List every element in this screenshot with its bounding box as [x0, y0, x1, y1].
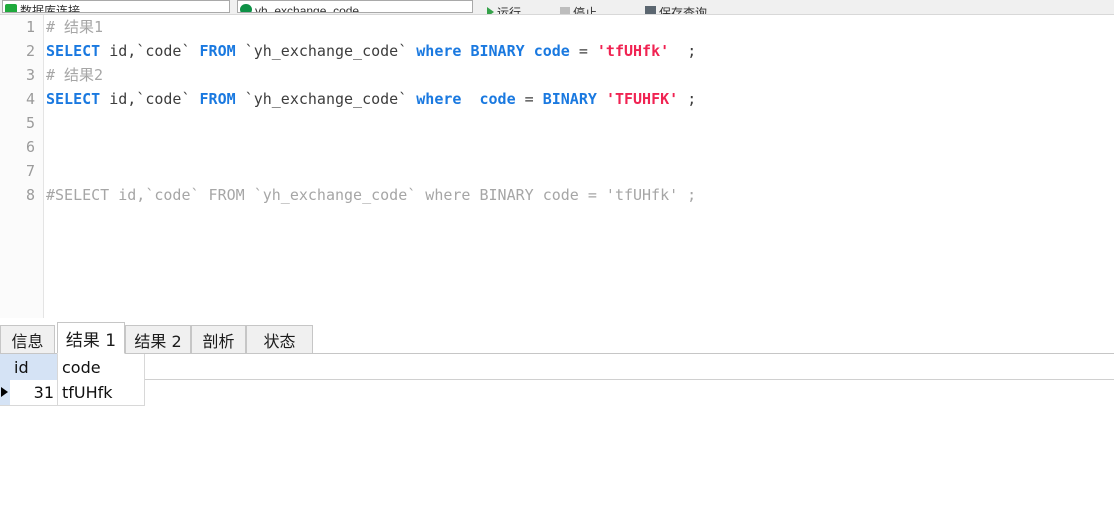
play-icon [487, 7, 494, 14]
main-toolbar: 数据库连接 yh_exchange_code 运行 停止 保存查询 [0, 0, 1114, 15]
tab-label: 状态 [263, 331, 296, 351]
save-button[interactable]: 保存查询 [645, 0, 707, 14]
grid-header-row: id code [0, 354, 1114, 380]
run-button[interactable]: 运行 [487, 0, 521, 14]
line-number: 6 [25, 138, 35, 156]
code-token-id: id,`code` [100, 90, 200, 108]
cell-id[interactable]: 31 [10, 380, 58, 406]
code-token-id: `yh_exchange_code` [235, 42, 417, 60]
database-icon [5, 4, 17, 12]
tab-2-active[interactable]: 结果 1 [57, 322, 125, 354]
code-token-cmt: # 结果2 [46, 66, 104, 84]
line-number: 2 [25, 42, 35, 60]
code-token-id: id,`code` [100, 42, 200, 60]
database-combo[interactable]: 数据库连接 [2, 0, 230, 13]
row-marker [0, 380, 10, 406]
tab-1[interactable]: 信息 [0, 325, 55, 354]
code-token-op: = [515, 90, 543, 108]
code-token-kw: SELECT [46, 42, 101, 60]
table-combo[interactable]: yh_exchange_code [237, 0, 473, 13]
code-token-kw: BINARY [470, 42, 525, 60]
cell-code[interactable]: tfUHfk [58, 380, 145, 406]
column-header-id[interactable]: id [10, 354, 58, 380]
code-token-str: 'tfUHfk' [596, 42, 670, 60]
code-token-kw: where [416, 90, 462, 108]
code-token-kw: code [479, 90, 516, 108]
tab-label: 结果 1 [65, 330, 117, 351]
line-number: 5 [25, 114, 35, 132]
code-token-kw: FROM [199, 90, 236, 108]
code-token-id [525, 42, 534, 60]
stop-icon [560, 7, 570, 14]
result-pane: 信息 结果 1 结果 2 剖析 状态 id code 31 tfUHfk [0, 318, 1114, 520]
code-line[interactable]: SELECT id,`code` FROM `yh_exchange_code`… [46, 39, 1114, 63]
code-token-op: ; [669, 42, 697, 60]
code-token-cmt: #SELECT id,`code` FROM `yh_exchange_code… [46, 186, 697, 204]
code-line[interactable]: # 结果2 [46, 63, 1114, 87]
save-icon [645, 6, 656, 14]
line-number: 8 [25, 186, 35, 204]
code-token-cmt: # 结果1 [46, 18, 104, 36]
tab-3[interactable]: 结果 2 [125, 325, 191, 354]
code-token-kw: FROM [199, 42, 236, 60]
stop-button[interactable]: 停止 [560, 0, 597, 14]
line-number: 7 [25, 162, 35, 180]
code-area[interactable]: # 结果1 SELECT id,`code` FROM `yh_exchange_… [46, 15, 1114, 318]
tab-label: 结果 2 [134, 331, 182, 351]
code-token-id: `yh_exchange_code` [235, 90, 417, 108]
code-token-op: ; [678, 90, 697, 108]
database-combo-value: 数据库连接 [20, 4, 81, 13]
code-token-op: = [569, 42, 597, 60]
result-grid[interactable]: id code 31 tfUHfk [0, 354, 1114, 520]
table-icon [240, 4, 252, 12]
tab-label: 剖析 [202, 331, 235, 351]
result-tabstrip: 信息 结果 1 结果 2 剖析 状态 [0, 318, 1114, 354]
code-token-kw: code [533, 42, 570, 60]
line-number: 1 [25, 18, 35, 36]
code-token-kw: BINARY [542, 90, 597, 108]
sql-editor[interactable]: 1 2 3 4 5 6 7 8 # 结果1 SELECT id,`code` FROM `yh_… [0, 15, 1114, 318]
table-combo-value: yh_exchange_code [255, 4, 360, 13]
code-token-id [597, 90, 606, 108]
table-row[interactable]: 31 tfUHfk [0, 380, 1114, 406]
line-number-gutter: 1 2 3 4 5 6 7 8 [0, 15, 44, 318]
code-line[interactable]: #SELECT id,`code` FROM `yh_exchange_code… [46, 183, 1114, 207]
code-line[interactable]: SELECT id,`code` FROM `yh_exchange_code`… [46, 87, 1114, 111]
code-line[interactable]: # 结果1 [46, 15, 1114, 39]
tab-label: 信息 [11, 331, 44, 351]
tab-5[interactable]: 状态 [246, 325, 313, 354]
code-token-id [461, 90, 479, 108]
code-token-kw: where [416, 42, 462, 60]
code-line[interactable] [46, 135, 1114, 159]
line-number: 3 [25, 66, 35, 84]
code-token-kw: SELECT [46, 90, 101, 108]
code-line[interactable] [46, 159, 1114, 183]
save-button-label: 保存查询 [659, 6, 708, 14]
tab-4[interactable]: 剖析 [191, 325, 246, 354]
column-header-code[interactable]: code [58, 354, 145, 380]
grid-marker-header [0, 354, 10, 380]
code-token-str: 'TFUHFK' [605, 90, 679, 108]
code-line[interactable] [46, 111, 1114, 135]
run-button-label: 运行 [497, 6, 522, 14]
row-pointer-icon [1, 387, 8, 397]
stop-button-label: 停止 [573, 6, 598, 14]
line-number: 4 [25, 90, 35, 108]
